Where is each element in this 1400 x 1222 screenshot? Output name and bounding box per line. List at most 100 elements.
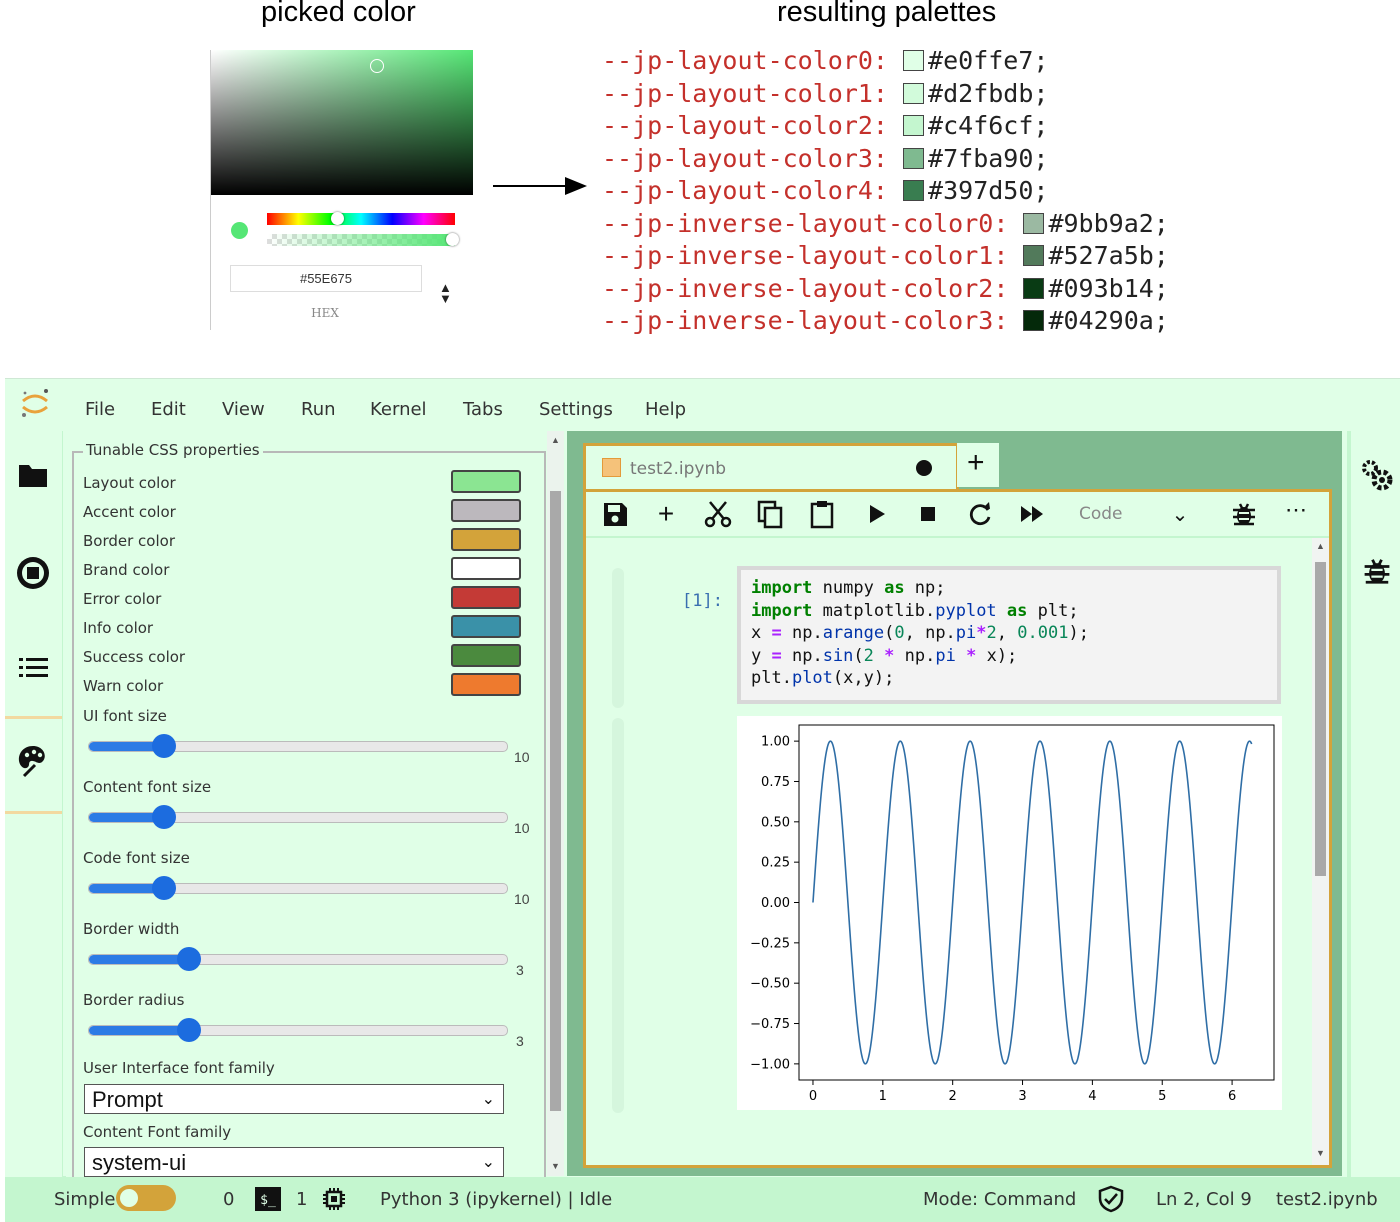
content-font-family-label: Content Font family bbox=[83, 1123, 232, 1141]
stop-icon[interactable] bbox=[912, 498, 944, 530]
code-token: import bbox=[751, 600, 813, 621]
more-options-icon[interactable]: ⋯ bbox=[1280, 494, 1312, 526]
alpha-slider-knob[interactable] bbox=[446, 233, 459, 246]
panel-scroll-thumb[interactable] bbox=[550, 491, 561, 1111]
slider-label: Code font size bbox=[83, 849, 190, 867]
cut-icon[interactable] bbox=[702, 498, 734, 530]
debugger-bug-icon[interactable] bbox=[1359, 553, 1395, 589]
tab-test2-ipynb[interactable]: test2.ipynb bbox=[583, 443, 959, 494]
range-knob[interactable] bbox=[152, 805, 176, 829]
color-picker-swatch[interactable] bbox=[451, 499, 521, 522]
menu-run[interactable]: Run bbox=[301, 399, 336, 420]
kernel-status[interactable]: Python 3 (ipykernel) | Idle bbox=[380, 1189, 612, 1210]
notebook-scrollbar[interactable]: ▲ ▼ bbox=[1312, 538, 1329, 1165]
menu-edit[interactable]: Edit bbox=[151, 399, 186, 420]
palette-icon[interactable] bbox=[15, 743, 51, 779]
folder-icon[interactable] bbox=[15, 457, 51, 493]
color-picker-swatch[interactable] bbox=[451, 644, 521, 667]
fast-forward-icon[interactable] bbox=[1016, 498, 1048, 530]
color-picker: #55E675 ▲ ▼ HEX bbox=[210, 50, 473, 330]
panel-scrollbar[interactable]: ▲ ▼ bbox=[547, 431, 564, 1176]
color-picker-swatch[interactable] bbox=[451, 528, 521, 551]
cell-type-select[interactable]: Code bbox=[1079, 504, 1123, 524]
range-knob[interactable] bbox=[177, 947, 201, 971]
palette-value: #9bb9a2; bbox=[1048, 208, 1169, 238]
running-stop-icon[interactable] bbox=[15, 555, 51, 591]
scroll-down-icon[interactable]: ▼ bbox=[551, 1161, 560, 1171]
kernel-count: 1 bbox=[296, 1189, 308, 1210]
code-token: matplotlib. bbox=[812, 600, 936, 621]
input-collapser[interactable] bbox=[612, 568, 624, 708]
hex-input[interactable]: #55E675 bbox=[230, 265, 422, 292]
palette-variable-name: --jp-inverse-layout-color3: bbox=[602, 306, 1009, 335]
ui-font-family-select[interactable]: Prompt ⌄ bbox=[84, 1084, 504, 1114]
range-knob[interactable] bbox=[152, 876, 176, 900]
menu-help[interactable]: Help bbox=[645, 399, 686, 420]
color-picker-swatch[interactable] bbox=[451, 557, 521, 580]
range-slider[interactable] bbox=[88, 734, 508, 758]
table-of-contents-icon[interactable] bbox=[15, 651, 51, 687]
menu-file[interactable]: File bbox=[85, 399, 115, 420]
picked-color-title: picked color bbox=[261, 0, 416, 28]
property-inspector-gears-icon[interactable] bbox=[1359, 457, 1395, 493]
range-knob[interactable] bbox=[177, 1018, 201, 1042]
menu-kernel[interactable]: Kernel bbox=[370, 399, 427, 420]
paste-icon[interactable] bbox=[806, 498, 838, 530]
palette-swatch bbox=[1023, 310, 1045, 331]
hue-slider-knob[interactable] bbox=[331, 212, 344, 225]
cursor-position[interactable]: Ln 2, Col 9 bbox=[1156, 1189, 1252, 1210]
range-knob[interactable] bbox=[152, 734, 176, 758]
y-tick-label: −1.00 bbox=[750, 1057, 790, 1072]
copy-icon[interactable] bbox=[754, 498, 786, 530]
right-sidebar bbox=[1347, 431, 1400, 1186]
restart-icon[interactable] bbox=[964, 498, 996, 530]
range-slider[interactable] bbox=[88, 876, 508, 900]
range-slider[interactable] bbox=[88, 947, 508, 971]
main-dock-area: test2.ipynb + + Code ⌄ ⋯ [1]: import num… bbox=[567, 431, 1342, 1176]
kernel-chip-icon[interactable] bbox=[321, 1186, 347, 1212]
color-picker-swatch[interactable] bbox=[451, 586, 521, 609]
output-collapser[interactable] bbox=[612, 718, 624, 1113]
scroll-up-icon[interactable]: ▲ bbox=[1316, 541, 1325, 551]
menu-settings[interactable]: Settings bbox=[539, 399, 613, 420]
tab-label: test2.ipynb bbox=[630, 459, 727, 479]
code-line: y = np.sin(2 * np.pi * x); bbox=[751, 646, 1017, 666]
terminal-icon[interactable]: $_ bbox=[255, 1187, 281, 1211]
format-toggle-icon[interactable]: ▲ ▼ bbox=[439, 281, 452, 305]
y-tick-label: −0.25 bbox=[750, 936, 790, 951]
saturation-handle[interactable] bbox=[370, 59, 384, 73]
save-icon[interactable] bbox=[599, 498, 631, 530]
debugger-bug-icon[interactable] bbox=[1228, 498, 1260, 530]
trusted-shield-icon[interactable] bbox=[1097, 1185, 1125, 1213]
menu-tabs[interactable]: Tabs bbox=[463, 399, 503, 420]
cell-output: 0 1 2 3 4 5 6 1.00 0.75 0.50 0.25 0.00 −0.25 −0.50 −0.… bbox=[737, 716, 1282, 1110]
new-launcher-button[interactable]: + bbox=[957, 443, 999, 487]
palette-variable-name: --jp-layout-color0: bbox=[602, 46, 888, 75]
palette-swatch bbox=[903, 115, 925, 136]
range-slider[interactable] bbox=[88, 1018, 508, 1042]
scroll-down-icon[interactable]: ▼ bbox=[1316, 1148, 1325, 1158]
add-cell-icon[interactable]: + bbox=[650, 498, 682, 530]
content-font-family-select[interactable]: system-ui ⌄ bbox=[84, 1147, 504, 1177]
notebook-scroll-thumb[interactable] bbox=[1315, 562, 1326, 876]
color-picker-swatch[interactable] bbox=[451, 470, 521, 493]
color-picker-swatch[interactable] bbox=[451, 615, 521, 638]
alpha-slider[interactable] bbox=[267, 234, 455, 246]
code-token: arange bbox=[822, 623, 885, 643]
saturation-value-area[interactable] bbox=[211, 50, 473, 195]
scroll-up-icon[interactable]: ▲ bbox=[551, 435, 560, 445]
range-slider[interactable] bbox=[88, 805, 508, 829]
slider-value: 10 bbox=[514, 891, 530, 907]
menu-view[interactable]: View bbox=[222, 399, 265, 420]
palette-value: #093b14; bbox=[1048, 273, 1169, 303]
run-icon[interactable] bbox=[860, 498, 892, 530]
simple-mode-toggle[interactable] bbox=[116, 1185, 176, 1211]
hue-slider[interactable] bbox=[267, 213, 455, 225]
code-editor[interactable]: import numpy as np; import matplotlib.pyp… bbox=[737, 566, 1281, 704]
palette-variable-name: --jp-inverse-layout-color0: bbox=[602, 208, 1009, 238]
code-token: * bbox=[884, 645, 895, 666]
chevron-down-icon[interactable]: ⌄ bbox=[1164, 498, 1196, 530]
unsaved-dot-icon[interactable] bbox=[916, 460, 932, 476]
code-token: 2 bbox=[863, 645, 874, 666]
color-picker-swatch[interactable] bbox=[451, 673, 521, 696]
